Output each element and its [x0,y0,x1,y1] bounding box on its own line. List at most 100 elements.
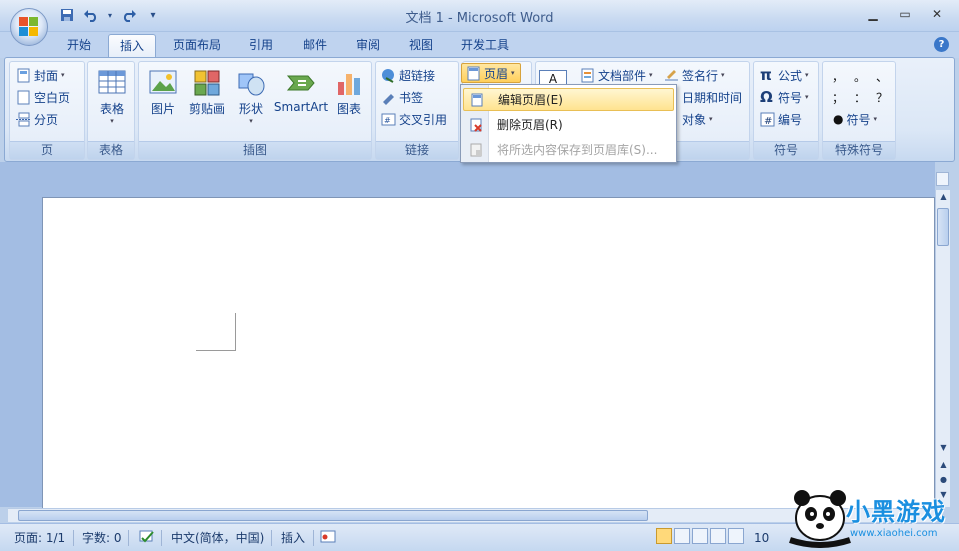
clipart-button[interactable]: 剪贴画 [185,68,229,117]
document-page[interactable] [42,197,935,509]
watermark-text: 小黑游戏 [846,498,946,526]
window-title: 文档 1 - Microsoft Word [405,11,554,26]
tab-page-layout[interactable]: 页面布局 [164,34,230,58]
equation-button[interactable]: π 公式 ▾ [760,65,809,85]
office-logo-icon [19,17,39,37]
date-time-button[interactable]: 日期和时间 [682,87,742,107]
margin-corner-mark-vertical [235,313,236,351]
number-button[interactable]: # 编号 [760,109,802,129]
horizontal-scroll-thumb[interactable] [18,510,648,521]
menu-item-edit-header[interactable]: 编辑页眉(E) [463,88,674,111]
special-char[interactable]: 。 [849,68,871,85]
special-char[interactable]: ， [827,68,849,85]
group-illustrations: 图片 剪贴画 形状 ▾ SmartArt 图表 插图 [138,61,372,160]
tab-references[interactable]: 引用 [240,34,282,58]
vertical-scrollbar[interactable]: ▲ ▼ ▲ ● ▼ [935,190,950,507]
scroll-down-arrow[interactable]: ▼ [936,441,951,455]
pi-icon: π [760,66,772,84]
tab-developer[interactable]: 开发工具 [452,34,518,58]
signature-line-button[interactable]: 签名行 ▾ [664,65,725,85]
object-button[interactable]: 对象 ▾ [682,109,713,129]
group-special-symbols: ， 。 、 ； ： ？ ● 符号 ▾ 特殊符号 [822,61,896,160]
bullet-icon: ● [833,112,844,126]
chart-button[interactable]: 图表 [327,68,371,117]
ruler-toggle-icon[interactable] [936,172,949,186]
proofing-icon[interactable] [138,529,156,547]
tab-insert[interactable]: 插入 [108,34,156,58]
picture-button[interactable]: 图片 [141,68,185,117]
smartart-button[interactable]: SmartArt [273,68,329,114]
chart-icon [338,74,360,95]
group-pages: 封面 ▾ 空白页 分页 页 [9,61,85,160]
status-insert-mode[interactable]: 插入 [281,529,305,547]
cross-reference-button[interactable]: # 交叉引用 [381,109,447,129]
scroll-up-arrow[interactable]: ▲ [936,190,951,204]
prev-page-icon[interactable]: ▲ [936,458,951,472]
picture-icon [149,70,177,94]
signature-line-icon [664,68,679,83]
macro-record-icon[interactable] [320,529,336,547]
draft-view-button[interactable] [728,528,744,544]
group-tables-label: 表格 [88,141,134,159]
cover-page-button[interactable]: 封面 ▾ [16,65,65,85]
hyperlink-button[interactable]: 超链接 [381,65,435,85]
shapes-icon [238,73,265,96]
group-illustrations-label: 插图 [139,141,371,159]
group-tables: 表格 ▾ 表格 [87,61,135,160]
clipart-icon [194,70,220,96]
zoom-level[interactable]: 10 [754,529,769,547]
table-button[interactable]: 表格 ▾ [90,68,134,125]
shapes-button[interactable]: 形状 ▾ [229,68,273,125]
status-separator [313,530,314,546]
outline-view-button[interactable] [710,528,726,544]
special-char[interactable]: ： [849,89,871,106]
close-button[interactable]: ✕ [923,5,951,23]
table-icon [98,70,126,94]
group-pages-label: 页 [10,141,84,159]
tab-home[interactable]: 开始 [56,34,102,58]
blank-page-button[interactable]: 空白页 [16,87,70,107]
vertical-scroll-thumb[interactable] [937,208,949,246]
special-symbol-button[interactable]: ● 符号 ▾ [833,109,877,129]
quick-parts-button[interactable]: 文档部件 ▾ [580,65,653,85]
watermark-url: www.xiaohei.com [850,528,938,539]
page-break-icon [16,112,31,127]
status-word-count[interactable]: 字数: 0 [82,529,122,547]
minimize-button[interactable]: ▁ [859,5,887,23]
special-char[interactable]: ； [827,89,849,106]
status-page[interactable]: 页面: 1/1 [14,529,65,547]
status-separator [161,530,162,546]
header-button[interactable]: 页眉 ▾ [461,63,521,83]
hyperlink-icon [381,68,396,83]
tab-mailings[interactable]: 邮件 [294,34,336,58]
help-icon[interactable]: ? [934,37,949,52]
status-separator [128,530,129,546]
watermark-logo: 小黑游戏 www.xiaohei.com [780,478,959,548]
cover-page-icon [16,68,31,83]
full-screen-reading-view-button[interactable] [674,528,690,544]
special-char[interactable]: ？ [871,89,893,106]
tab-view[interactable]: 视图 [400,34,442,58]
page-break-button[interactable]: 分页 [16,109,58,129]
bookmark-icon [381,90,396,105]
number-icon: # [760,112,775,127]
tab-review[interactable]: 审阅 [347,34,389,58]
group-symbols-label: 符号 [754,141,818,159]
ribbon-tabs: 开始 插入 页面布局 引用 邮件 审阅 视图 开发工具 ? [0,32,959,58]
print-layout-view-button[interactable] [656,528,672,544]
web-layout-view-button[interactable] [692,528,708,544]
special-char-grid: ， 。 、 ； ： ？ [827,68,893,106]
menu-item-save-to-gallery[interactable]: 将所选内容保存到页眉库(S)... [463,138,674,161]
title-bar: ▾ ▾ 文档 1 - Microsoft Word ▁ ▭ ✕ [0,0,959,32]
office-button[interactable] [10,8,48,46]
margin-corner-mark [196,350,236,351]
restore-button[interactable]: ▭ [891,5,919,23]
bookmark-button[interactable]: 书签 [381,87,423,107]
status-language[interactable]: 中文(简体，中国) [171,529,264,547]
menu-item-remove-header[interactable]: 删除页眉(R) [463,113,674,136]
svg-text:#: # [764,116,772,127]
group-special-label: 特殊符号 [823,141,895,159]
status-separator [271,530,272,546]
special-char[interactable]: 、 [871,68,893,85]
symbol-button[interactable]: Ω 符号 ▾ [760,87,809,107]
